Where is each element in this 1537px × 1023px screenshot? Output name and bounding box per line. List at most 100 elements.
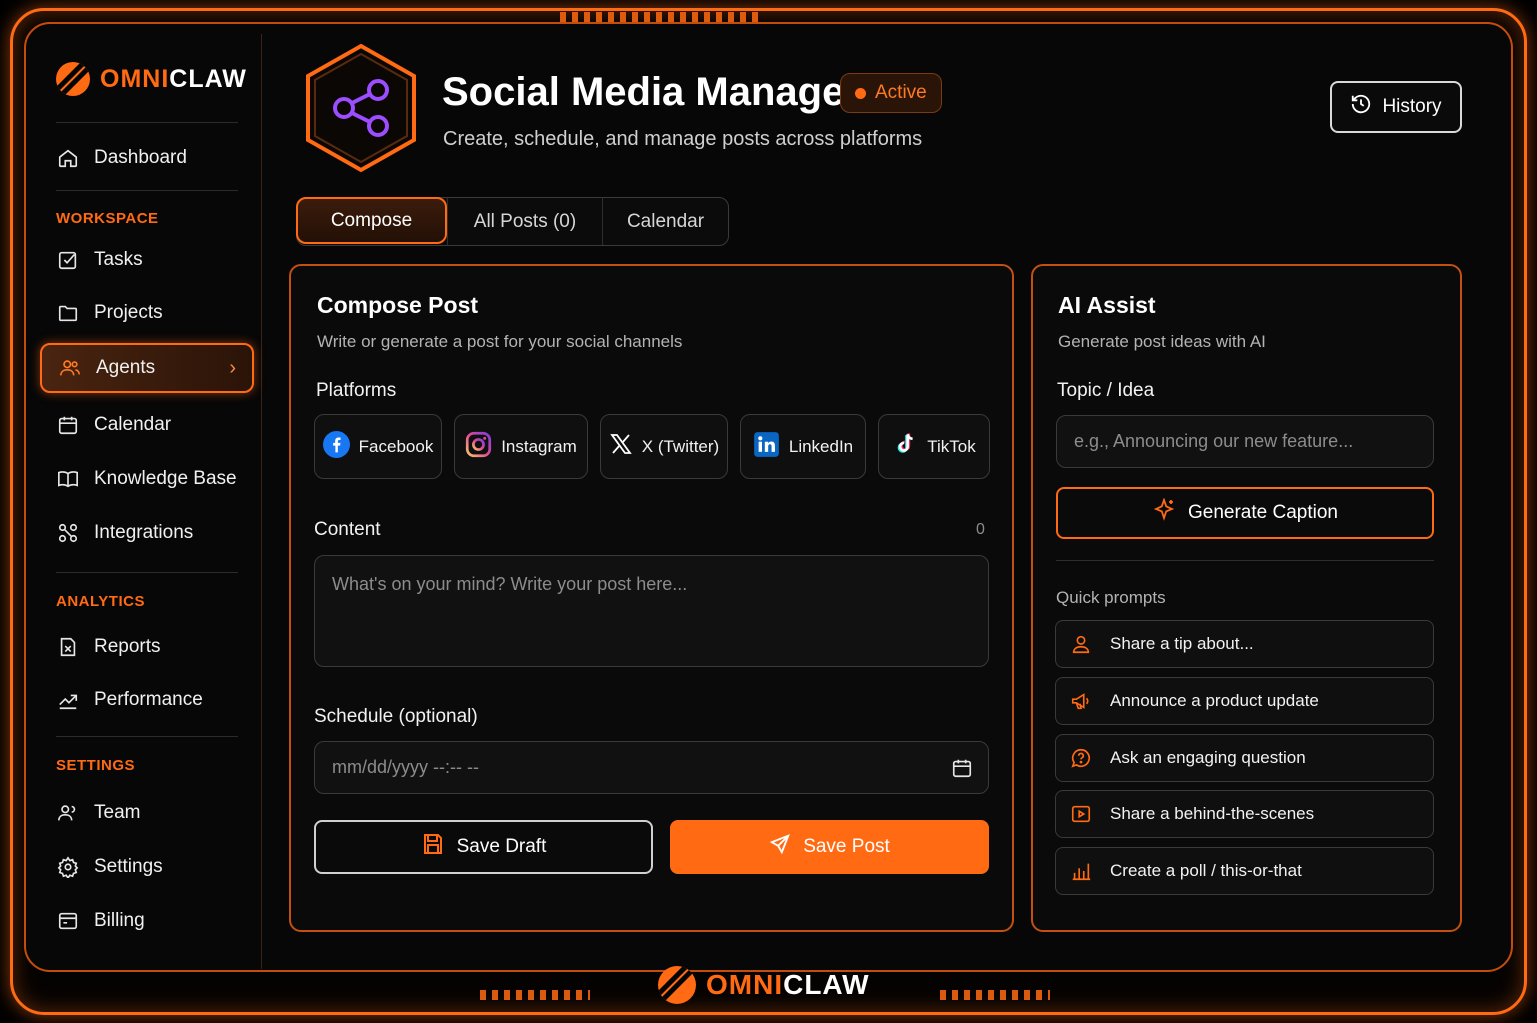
trend-up-icon — [56, 688, 80, 712]
omniclaw-logo-icon — [56, 62, 90, 96]
platform-linkedin[interactable]: LinkedIn — [740, 414, 866, 479]
send-icon — [769, 833, 791, 861]
save-draft-label: Save Draft — [456, 836, 547, 857]
page-subtitle: Create, schedule, and manage posts acros… — [443, 128, 923, 150]
question-bubble-icon — [1070, 747, 1092, 769]
platform-instagram[interactable]: Instagram — [454, 414, 588, 479]
nav-calendar[interactable]: Calendar — [40, 400, 254, 450]
status-badge: Active — [840, 73, 942, 113]
platform-label: Instagram — [501, 436, 577, 456]
integrations-icon — [56, 521, 80, 545]
bar-chart-icon — [1070, 860, 1092, 882]
instagram-icon — [465, 431, 492, 463]
platform-label: TikTok — [927, 436, 976, 456]
tab-all-posts[interactable]: All Posts (0) — [447, 198, 602, 245]
calendar-icon — [56, 413, 80, 437]
divider — [56, 572, 238, 573]
save-post-button[interactable]: Save Post — [670, 820, 989, 874]
tiktok-icon — [892, 431, 918, 462]
book-open-icon — [56, 467, 80, 491]
platforms-label: Platforms — [316, 380, 397, 401]
frame-deco-top — [560, 12, 760, 22]
task-check-icon — [56, 248, 80, 272]
nav-billing[interactable]: Billing — [40, 896, 254, 946]
user-icon — [1070, 633, 1092, 655]
brand-logo[interactable]: OMNICLAW — [56, 62, 247, 96]
quick-prompt-behind-the-scenes[interactable]: Share a behind-the-scenes — [1055, 790, 1434, 838]
platform-label: Facebook — [358, 436, 434, 456]
tab-bar: Compose All Posts (0) Calendar — [296, 197, 729, 246]
divider — [56, 736, 238, 737]
nav-label: Dashboard — [94, 147, 187, 168]
quick-prompt-poll[interactable]: Create a poll / this-or-that — [1055, 847, 1434, 895]
compose-subtitle: Write or generate a post for your social… — [317, 332, 683, 351]
report-file-icon — [56, 635, 80, 659]
nav-projects[interactable]: Projects — [40, 288, 254, 338]
nav-tasks[interactable]: Tasks — [40, 235, 254, 285]
platform-facebook[interactable]: Facebook — [314, 414, 442, 479]
nav-dashboard[interactable]: Dashboard — [40, 133, 254, 183]
team-icon — [56, 801, 80, 825]
chevron-right-icon: › — [229, 356, 236, 379]
platform-tiktok[interactable]: TikTok — [878, 414, 990, 479]
prompt-label: Announce a product update — [1110, 691, 1319, 710]
omniclaw-logo-icon — [658, 966, 696, 1004]
x-logo-icon — [609, 432, 633, 461]
home-icon — [56, 146, 80, 170]
nav-settings[interactable]: Settings — [40, 842, 254, 892]
nav-team[interactable]: Team — [40, 788, 254, 838]
brand-wordmark: OMNICLAW — [100, 64, 247, 93]
schedule-placeholder: mm/dd/yyyy --:-- -- — [332, 757, 479, 777]
schedule-datetime-input[interactable]: mm/dd/yyyy --:-- -- — [314, 741, 989, 794]
linkedin-icon — [753, 431, 780, 463]
status-dot-icon — [855, 87, 866, 99]
nav-integrations[interactable]: Integrations — [40, 508, 254, 558]
nav-label: Calendar — [94, 414, 172, 435]
nav-label: Performance — [94, 689, 203, 710]
nav-performance[interactable]: Performance — [40, 675, 254, 725]
nav-reports[interactable]: Reports — [40, 622, 254, 672]
nav-label: Knowledge Base — [94, 468, 237, 489]
sparkle-icon — [1152, 497, 1176, 528]
ai-assist-title: AI Assist — [1058, 292, 1156, 318]
platform-x-twitter[interactable]: X (Twitter) — [600, 414, 728, 479]
video-play-icon — [1070, 803, 1092, 825]
page-title: Social Media Manager — [442, 70, 860, 114]
prompt-label: Share a behind-the-scenes — [1110, 804, 1315, 823]
quick-prompt-tip[interactable]: Share a tip about... — [1055, 620, 1434, 668]
quick-prompt-announce[interactable]: Announce a product update — [1055, 677, 1434, 725]
save-post-label: Save Post — [803, 836, 890, 857]
prompt-label: Share a tip about... — [1110, 634, 1254, 653]
topic-label: Topic / Idea — [1057, 380, 1155, 401]
nav-knowledge-base[interactable]: Knowledge Base — [40, 454, 254, 504]
sidebar: OMNICLAW Dashboard WORKSPACE Tasks Proje… — [40, 34, 262, 969]
platform-label: LinkedIn — [788, 436, 854, 456]
status-label: Active — [875, 82, 927, 103]
tab-compose[interactable]: Compose — [296, 197, 447, 244]
quick-prompt-question[interactable]: Ask an engaging question — [1055, 734, 1434, 782]
content-placeholder: What's on your mind? Write your post her… — [332, 574, 688, 594]
tab-calendar[interactable]: Calendar — [602, 198, 728, 245]
nav-label: Agents — [96, 357, 156, 378]
topic-placeholder: e.g., Announcing our new feature... — [1074, 431, 1354, 451]
save-draft-button[interactable]: Save Draft — [314, 820, 653, 874]
divider — [1056, 560, 1434, 561]
section-label-workspace: WORKSPACE — [56, 210, 159, 227]
gear-icon — [56, 855, 80, 879]
frame-deco-bottom-right — [940, 990, 1050, 1000]
nav-label: Reports — [94, 636, 161, 657]
topic-input[interactable]: e.g., Announcing our new feature... — [1056, 415, 1434, 468]
divider — [56, 190, 238, 191]
nav-agents[interactable]: Agents › — [40, 343, 254, 393]
generate-caption-button[interactable]: Generate Caption — [1056, 487, 1434, 539]
megaphone-icon — [1070, 690, 1092, 712]
content-textarea[interactable]: What's on your mind? Write your post her… — [314, 555, 989, 667]
content-label: Content — [314, 519, 381, 540]
calendar-picker-icon[interactable] — [951, 757, 973, 784]
history-button[interactable]: History — [1330, 81, 1462, 133]
prompt-label: Create a poll / this-or-that — [1110, 861, 1302, 880]
nav-label: Team — [94, 802, 141, 823]
nav-label: Billing — [94, 910, 145, 931]
nav-label: Tasks — [94, 249, 143, 270]
compose-title: Compose Post — [317, 292, 479, 318]
